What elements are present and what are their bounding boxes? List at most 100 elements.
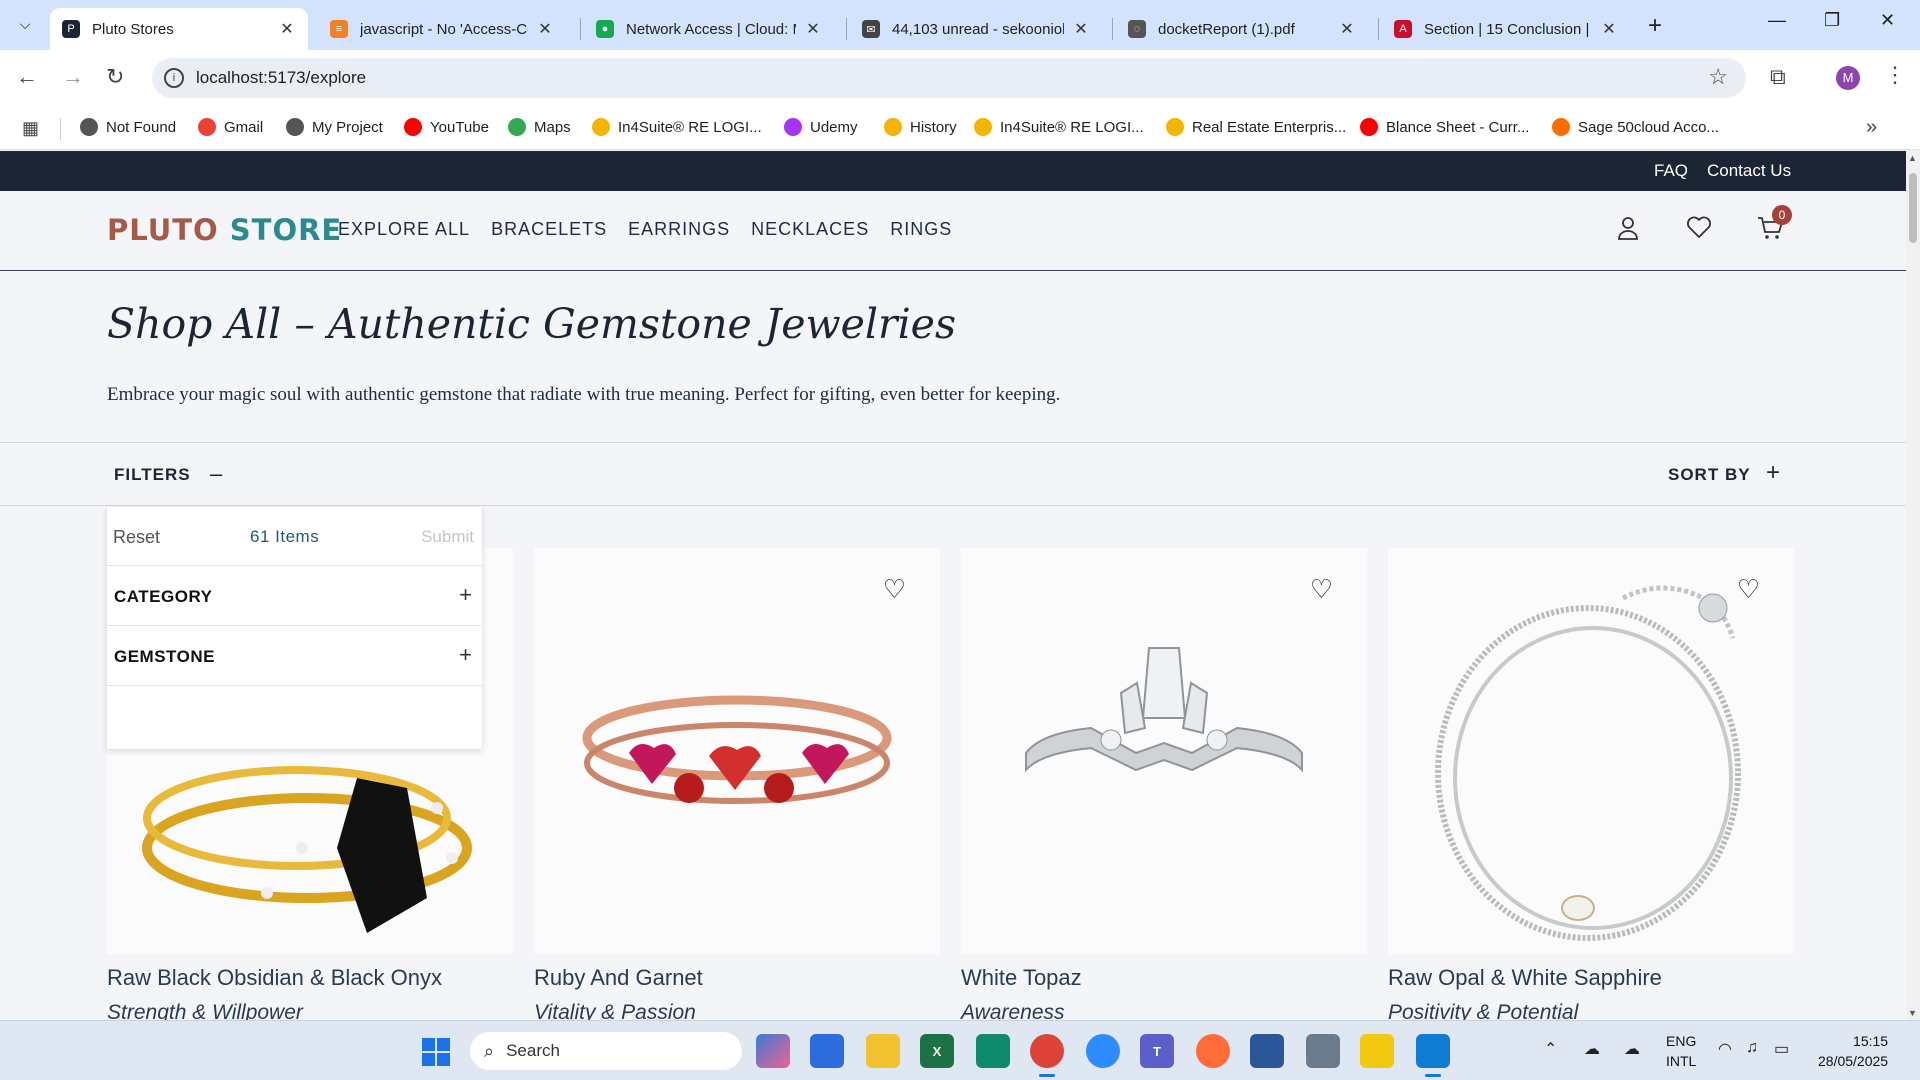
close-tab-icon[interactable]: ✕ bbox=[536, 19, 554, 39]
scroll-down-icon[interactable]: ▼ bbox=[1908, 1008, 1917, 1018]
faq-link[interactable]: FAQ bbox=[1654, 161, 1688, 181]
minimize-icon[interactable]: — bbox=[1768, 10, 1786, 31]
postman-icon[interactable] bbox=[1196, 1034, 1230, 1068]
scroll-up-icon[interactable]: ▲ bbox=[1908, 153, 1917, 163]
address-bar[interactable]: i localhost:5173/explore ☆ bbox=[152, 58, 1746, 98]
scrollbar-thumb[interactable] bbox=[1909, 173, 1917, 243]
close-window-icon[interactable]: ✕ bbox=[1880, 10, 1895, 31]
edge-icon[interactable] bbox=[976, 1034, 1010, 1068]
close-tab-icon[interactable]: ✕ bbox=[804, 19, 822, 39]
remote-desktop-icon[interactable] bbox=[1250, 1034, 1284, 1068]
windows-start-icon[interactable] bbox=[422, 1038, 450, 1066]
bookmark-star-icon[interactable]: ☆ bbox=[1708, 64, 1728, 90]
product-image[interactable]: ♡ bbox=[1388, 548, 1794, 954]
filters-button[interactable]: FILTERS bbox=[114, 465, 191, 485]
product-name[interactable]: Ruby And Garnet bbox=[534, 965, 940, 991]
expand-plus-icon[interactable]: + bbox=[459, 582, 472, 608]
store-logo[interactable]: PLUTO STORE bbox=[107, 213, 342, 247]
reset-filters-button[interactable]: Reset bbox=[113, 527, 160, 548]
system-clock[interactable]: 15:15 28/05/2025 bbox=[1818, 1031, 1888, 1071]
product-card[interactable]: ♡ Ruby And Garnet Vitality & Passion bbox=[534, 548, 940, 1025]
battery-icon[interactable]: ▭ bbox=[1774, 1039, 1789, 1059]
product-name[interactable]: Raw Black Obsidian & Black Onyx bbox=[107, 965, 513, 991]
close-tab-icon[interactable]: ✕ bbox=[1600, 19, 1618, 39]
tab-docket-pdf[interactable]: ◌ docketReport (1).pdf ✕ bbox=[1116, 8, 1368, 50]
show-hidden-icons[interactable]: ⌃ bbox=[1544, 1039, 1557, 1059]
onedrive-icon[interactable]: ☁ bbox=[1584, 1039, 1600, 1059]
bookmark-item[interactable]: Sage 50cloud Acco... bbox=[1552, 118, 1719, 136]
wishlist-heart-icon[interactable] bbox=[1686, 215, 1712, 246]
teams-icon[interactable]: T bbox=[1140, 1034, 1174, 1068]
tab-acca-section[interactable]: A Section | 15 Conclusion | A ✕ bbox=[1382, 8, 1630, 50]
taskbar-search-box[interactable]: ⌕ Search bbox=[470, 1032, 742, 1070]
contact-us-link[interactable]: Contact Us bbox=[1707, 161, 1791, 181]
tab-search-button[interactable]: ⌵ bbox=[10, 9, 40, 39]
product-image[interactable]: ♡ bbox=[961, 548, 1367, 954]
extensions-puzzle-icon[interactable]: ⧉ bbox=[1770, 64, 1786, 90]
bookmark-item[interactable]: Not Found bbox=[80, 118, 176, 136]
forward-arrow-icon[interactable]: → bbox=[62, 64, 84, 90]
apps-grid-icon[interactable]: ▦ bbox=[22, 118, 39, 139]
page-scrollbar[interactable]: ▲ ▼ bbox=[1906, 151, 1920, 1020]
close-tab-icon[interactable]: ✕ bbox=[278, 19, 296, 39]
bookmark-item[interactable]: Maps bbox=[508, 118, 571, 136]
bookmark-item[interactable]: In4Suite® RE LOGI... bbox=[592, 118, 762, 136]
nav-earrings[interactable]: EARRINGS bbox=[628, 219, 730, 240]
product-card[interactable]: ♡ Raw Opal & White Sapphire Positivity &… bbox=[1388, 548, 1794, 1025]
bookmark-item[interactable]: Real Estate Enterpris... bbox=[1166, 118, 1346, 136]
sort-by-button[interactable]: SORT BY bbox=[1668, 465, 1751, 485]
submit-filters-button[interactable]: Submit bbox=[421, 527, 474, 547]
tab-stackoverflow[interactable]: ≡ javascript - No 'Access-Cor ✕ bbox=[318, 8, 566, 50]
filters-collapse-icon[interactable]: – bbox=[210, 461, 222, 487]
site-info-icon[interactable]: i bbox=[164, 68, 184, 88]
new-tab-button[interactable]: + bbox=[1648, 12, 1662, 40]
profile-avatar[interactable]: M bbox=[1836, 66, 1860, 90]
bookmark-item[interactable]: Udemy bbox=[784, 118, 858, 136]
wifi-icon[interactable]: ◠ bbox=[1718, 1039, 1732, 1059]
vscode-icon[interactable] bbox=[1416, 1034, 1450, 1077]
nav-necklaces[interactable]: NECKLACES bbox=[751, 219, 869, 240]
add-to-wishlist-heart-icon[interactable]: ♡ bbox=[1310, 574, 1333, 605]
url-text[interactable]: localhost:5173/explore bbox=[196, 68, 366, 88]
excel-icon[interactable]: X bbox=[920, 1034, 954, 1068]
copilot-icon[interactable] bbox=[756, 1034, 790, 1068]
bookmark-item[interactable]: Gmail bbox=[198, 118, 263, 136]
sort-expand-icon[interactable]: + bbox=[1766, 459, 1780, 487]
bookmark-item[interactable]: YouTube bbox=[404, 118, 489, 136]
cloud-sync-icon[interactable]: ☁ bbox=[1624, 1039, 1640, 1059]
bookmark-item[interactable]: In4Suite® RE LOGI... bbox=[974, 118, 1144, 136]
input-language-indicator[interactable]: ENG INTL bbox=[1666, 1031, 1696, 1071]
file-explorer-icon[interactable] bbox=[866, 1034, 900, 1068]
product-image[interactable]: ♡ bbox=[534, 548, 940, 954]
tab-mongodb[interactable]: ● Network Access | Cloud: M ✕ bbox=[584, 8, 834, 50]
nav-bracelets[interactable]: BRACELETS bbox=[491, 219, 607, 240]
bookmark-item[interactable]: History bbox=[884, 118, 957, 136]
product-name[interactable]: White Topaz bbox=[961, 965, 1367, 991]
restore-icon[interactable]: ❐ bbox=[1824, 10, 1840, 31]
back-arrow-icon[interactable]: ← bbox=[16, 64, 38, 90]
bookmark-item[interactable]: Blance Sheet - Curr... bbox=[1360, 118, 1529, 136]
reload-icon[interactable]: ↻ bbox=[106, 64, 124, 90]
expand-plus-icon[interactable]: + bbox=[459, 642, 472, 668]
tab-pluto-stores[interactable]: P Pluto Stores ✕ bbox=[50, 8, 308, 50]
control-panel-icon[interactable] bbox=[810, 1034, 844, 1068]
calculator-icon[interactable] bbox=[1306, 1034, 1340, 1068]
bookmark-item[interactable]: My Project bbox=[286, 118, 383, 136]
product-card[interactable]: ♡ White Topaz Awareness bbox=[961, 548, 1367, 1025]
filter-category-accordion[interactable]: CATEGORY + bbox=[107, 566, 482, 626]
browser-menu-icon[interactable]: ⋮ bbox=[1884, 62, 1906, 88]
account-user-icon[interactable] bbox=[1616, 215, 1640, 248]
close-tab-icon[interactable]: ✕ bbox=[1072, 19, 1090, 39]
filter-gemstone-accordion[interactable]: GEMSTONE + bbox=[107, 626, 482, 686]
tab-mail[interactable]: ✉ 44,103 unread - sekooniol ✕ bbox=[850, 8, 1102, 50]
power-bi-icon[interactable] bbox=[1360, 1034, 1394, 1068]
add-to-wishlist-heart-icon[interactable]: ♡ bbox=[883, 574, 906, 605]
volume-icon[interactable]: ♫ bbox=[1746, 1039, 1758, 1057]
nav-rings[interactable]: RINGS bbox=[890, 219, 952, 240]
more-bookmarks-icon[interactable]: » bbox=[1866, 116, 1877, 139]
add-to-wishlist-heart-icon[interactable]: ♡ bbox=[1737, 574, 1760, 605]
chrome-icon[interactable] bbox=[1030, 1034, 1064, 1077]
close-tab-icon[interactable]: ✕ bbox=[1338, 19, 1356, 39]
zoom-icon[interactable] bbox=[1086, 1034, 1120, 1068]
nav-explore-all[interactable]: EXPLORE ALL bbox=[338, 219, 470, 240]
